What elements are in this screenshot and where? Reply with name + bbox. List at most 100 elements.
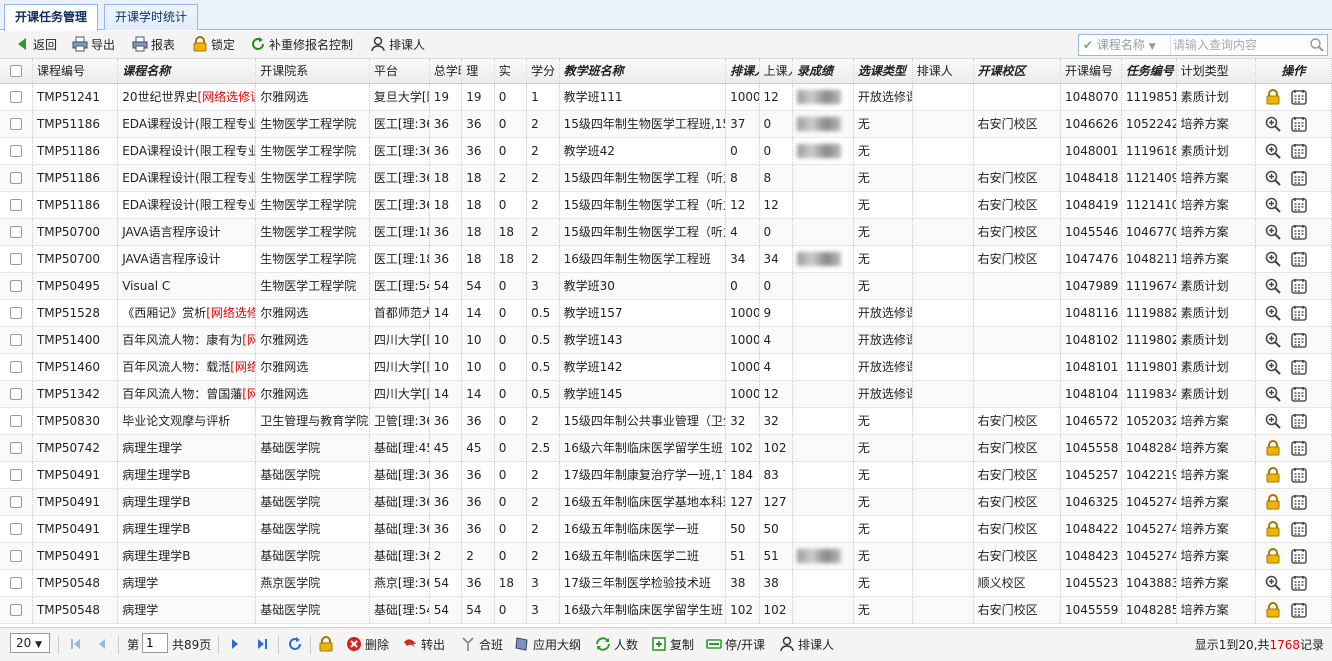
table-row[interactable]: TMP5124120世纪世界史[网络选修课]尔雅网选复旦大学[网络]191901… bbox=[0, 83, 1332, 111]
arrange-teacher-button[interactable]: 排课人 bbox=[779, 634, 834, 656]
row-checkbox[interactable] bbox=[0, 164, 33, 192]
calendar-icon[interactable] bbox=[1291, 197, 1307, 213]
row-checkbox[interactable] bbox=[0, 110, 33, 138]
table-row[interactable]: TMP51186EDA课程设计(限工程专业)生物医学工程学院医工[理:36]36… bbox=[0, 137, 1332, 165]
tab-course-task[interactable]: 开课任务管理 bbox=[4, 4, 99, 31]
table-row[interactable]: TMP50491病理生理学B基础医学院基础[理:36]36360216级五年制临… bbox=[0, 515, 1332, 543]
calendar-icon[interactable] bbox=[1291, 332, 1307, 348]
delete-button[interactable]: 删除 bbox=[346, 634, 389, 656]
zoom-icon[interactable] bbox=[1265, 251, 1281, 267]
table-row[interactable]: TMP50491病理生理学B基础医学院基础[理:36]36360216级五年制临… bbox=[0, 488, 1332, 516]
zoom-icon[interactable] bbox=[1265, 170, 1281, 186]
last-page-button[interactable] bbox=[254, 634, 273, 656]
row-checkbox[interactable] bbox=[0, 569, 33, 597]
zoom-icon[interactable] bbox=[1265, 197, 1281, 213]
lock-button[interactable] bbox=[318, 634, 337, 656]
row-checkbox[interactable] bbox=[0, 326, 33, 354]
table-row[interactable]: TMP50491病理生理学B基础医学院基础[理:36]220216级五年制临床医… bbox=[0, 542, 1332, 570]
row-checkbox[interactable] bbox=[0, 542, 33, 570]
lock-icon[interactable] bbox=[1265, 466, 1281, 483]
calendar-icon[interactable] bbox=[1291, 467, 1307, 483]
zoom-icon[interactable] bbox=[1265, 224, 1281, 240]
page-number-input[interactable] bbox=[142, 633, 168, 653]
row-checkbox[interactable] bbox=[0, 461, 33, 489]
transfer-out-button[interactable]: 转出 bbox=[402, 634, 445, 656]
row-checkbox[interactable] bbox=[0, 515, 33, 543]
calendar-icon[interactable] bbox=[1291, 143, 1307, 159]
merge-class-button[interactable]: 合班 bbox=[460, 634, 503, 656]
zoom-icon[interactable] bbox=[1265, 332, 1281, 348]
lock-icon[interactable] bbox=[1265, 439, 1281, 456]
calendar-icon[interactable] bbox=[1291, 251, 1307, 267]
calendar-icon[interactable] bbox=[1291, 305, 1307, 321]
col-theory[interactable]: 理 bbox=[461, 59, 495, 84]
col-plan-type[interactable]: 计划类型 bbox=[1176, 59, 1256, 84]
calendar-icon[interactable] bbox=[1291, 386, 1307, 402]
table-row[interactable]: TMP51342百年风流人物：曾国藩[网络选修课]尔雅网选四川大学[网络]141… bbox=[0, 380, 1332, 408]
table-row[interactable]: TMP51186EDA课程设计(限工程专业)生物医学工程学院医工[理:36]18… bbox=[0, 164, 1332, 192]
zoom-icon[interactable] bbox=[1265, 278, 1281, 294]
col-course-name[interactable]: 课程名称 bbox=[117, 59, 257, 84]
zoom-icon[interactable] bbox=[1265, 413, 1281, 429]
row-checkbox[interactable] bbox=[0, 488, 33, 516]
row-checkbox[interactable] bbox=[0, 299, 33, 327]
zoom-icon[interactable] bbox=[1265, 116, 1281, 132]
export-button[interactable]: 导出 bbox=[72, 34, 115, 56]
calendar-icon[interactable] bbox=[1291, 413, 1307, 429]
lock-icon[interactable] bbox=[1265, 547, 1281, 564]
row-checkbox[interactable] bbox=[0, 353, 33, 381]
lock-icon[interactable] bbox=[1265, 520, 1281, 537]
row-checkbox[interactable] bbox=[0, 83, 33, 111]
row-checkbox[interactable] bbox=[0, 596, 33, 624]
zoom-icon[interactable] bbox=[1265, 359, 1281, 375]
zoom-icon[interactable] bbox=[1265, 305, 1281, 321]
table-row[interactable]: TMP51528《西厢记》赏析[网络选修课]尔雅网选首都师范大学141400.5… bbox=[0, 299, 1332, 327]
toggle-course-button[interactable]: 停/开课 bbox=[706, 634, 765, 656]
col-grade[interactable]: 录成绩 bbox=[792, 59, 854, 84]
search-input[interactable] bbox=[1173, 36, 1303, 54]
row-checkbox[interactable] bbox=[0, 191, 33, 219]
zoom-icon[interactable] bbox=[1265, 386, 1281, 402]
calendar-icon[interactable] bbox=[1291, 494, 1307, 510]
row-checkbox[interactable] bbox=[0, 218, 33, 246]
table-row[interactable]: TMP50830毕业论文观摩与评析卫生管理与教育学院卫管[理:36]363602… bbox=[0, 407, 1332, 435]
col-practice[interactable]: 实 bbox=[494, 59, 528, 84]
calendar-icon[interactable] bbox=[1291, 170, 1307, 186]
table-row[interactable]: TMP50548病理学基础医学院基础[理:54]54540316级六年制临床医学… bbox=[0, 596, 1332, 624]
zoom-icon[interactable] bbox=[1265, 575, 1281, 591]
col-teacher[interactable]: 排课人 bbox=[912, 59, 974, 84]
col-enrolled[interactable]: 上课人数 bbox=[759, 59, 794, 84]
col-scheduled[interactable]: 排课人数 bbox=[725, 59, 760, 84]
row-checkbox[interactable] bbox=[0, 434, 33, 462]
prev-page-button[interactable] bbox=[94, 634, 113, 656]
col-campus[interactable]: 开课校区 bbox=[973, 59, 1061, 84]
row-checkbox[interactable] bbox=[0, 245, 33, 273]
table-row[interactable]: TMP51186EDA课程设计(限工程专业)生物医学工程学院医工[理:36]18… bbox=[0, 191, 1332, 219]
lock-icon[interactable] bbox=[1265, 601, 1281, 618]
calendar-icon[interactable] bbox=[1291, 440, 1307, 456]
first-page-button[interactable] bbox=[68, 634, 87, 656]
report-button[interactable]: 报表 bbox=[132, 34, 175, 56]
table-row[interactable]: TMP50700JAVA语言程序设计生物医学工程学院医工[理:18]361818… bbox=[0, 218, 1332, 246]
col-task-no[interactable]: 任务编号 bbox=[1121, 59, 1177, 84]
search-icon[interactable] bbox=[1309, 37, 1325, 53]
col-credit[interactable]: 学分 bbox=[526, 59, 560, 84]
table-row[interactable]: TMP51400百年风流人物：康有为[网络选修课]尔雅网选四川大学[网络]101… bbox=[0, 326, 1332, 354]
calendar-icon[interactable] bbox=[1291, 521, 1307, 537]
col-class-name[interactable]: 教学班名称 bbox=[559, 59, 727, 84]
row-checkbox[interactable] bbox=[0, 407, 33, 435]
calendar-icon[interactable] bbox=[1291, 278, 1307, 294]
next-page-button[interactable] bbox=[227, 634, 246, 656]
tab-hour-stats[interactable]: 开课学时统计 bbox=[104, 4, 199, 30]
table-row[interactable]: TMP50491病理生理学B基础医学院基础[理:36]36360217级四年制康… bbox=[0, 461, 1332, 489]
lock-icon[interactable] bbox=[1265, 493, 1281, 510]
col-select-type[interactable]: 选课类型 bbox=[853, 59, 913, 84]
apply-outline-button[interactable]: 应用大纲 bbox=[514, 634, 581, 656]
calendar-icon[interactable] bbox=[1291, 116, 1307, 132]
col-open-no[interactable]: 开课编号 bbox=[1060, 59, 1122, 84]
calendar-icon[interactable] bbox=[1291, 224, 1307, 240]
arrange-teacher-button[interactable]: 排课人 bbox=[370, 34, 425, 56]
col-dept[interactable]: 开课院系 bbox=[255, 59, 370, 84]
select-all-checkbox[interactable] bbox=[0, 59, 33, 84]
back-button[interactable]: 返回 bbox=[14, 34, 57, 56]
